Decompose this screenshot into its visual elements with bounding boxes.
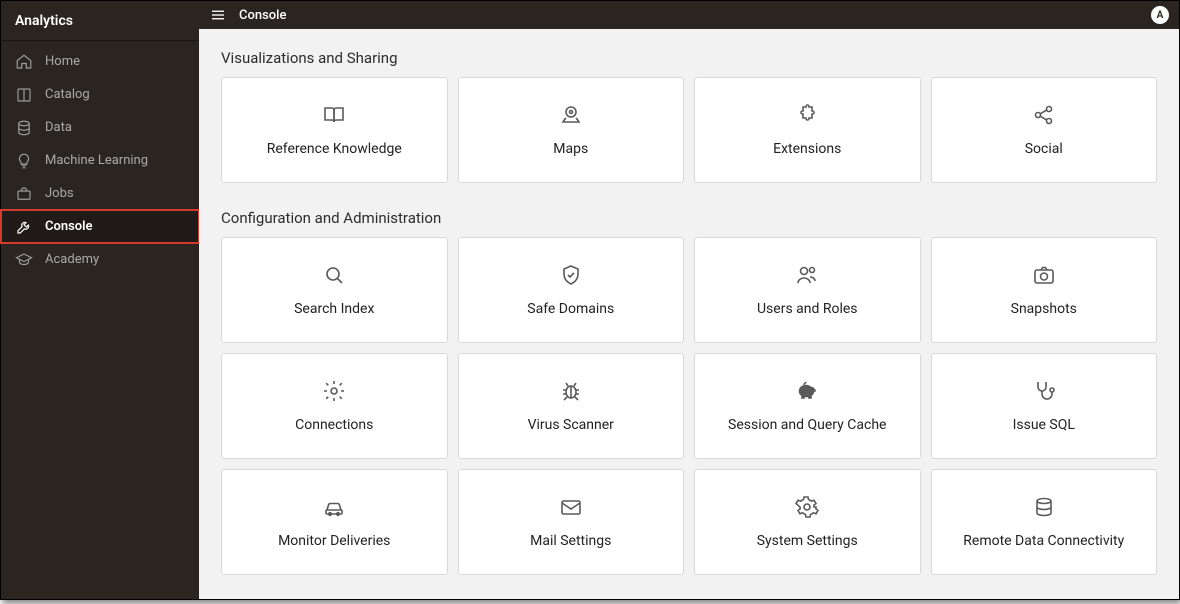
sidebar-item-data[interactable]: Data xyxy=(1,111,199,144)
sidebar: Analytics Home Catalog Data Machine Learnin… xyxy=(1,1,199,599)
card-label: Extensions xyxy=(773,141,841,157)
card-virus-scanner[interactable]: Virus Scanner xyxy=(458,353,685,459)
car-icon xyxy=(321,495,347,519)
card-label: Search Index xyxy=(294,301,374,317)
db-stack-icon xyxy=(1031,495,1057,519)
sidebar-item-console[interactable]: Console xyxy=(1,210,199,243)
card-grid: Reference Knowledge Maps Extensions Social xyxy=(221,77,1157,183)
lightbulb-icon xyxy=(15,152,33,170)
bug-icon xyxy=(558,379,584,403)
camera-icon xyxy=(1031,263,1057,287)
card-label: Mail Settings xyxy=(530,533,611,549)
sidebar-item-catalog[interactable]: Catalog xyxy=(1,78,199,111)
briefcase-icon xyxy=(15,185,33,203)
card-label: Snapshots xyxy=(1011,301,1077,317)
card-social[interactable]: Social xyxy=(931,77,1158,183)
sidebar-item-jobs[interactable]: Jobs xyxy=(1,177,199,210)
sidebar-nav: Home Catalog Data Machine Learning Jobs Conso… xyxy=(1,41,199,276)
piggy-icon xyxy=(794,379,820,403)
card-label: Safe Domains xyxy=(527,301,614,317)
card-reference-knowledge[interactable]: Reference Knowledge xyxy=(221,77,448,183)
sidebar-item-ml[interactable]: Machine Learning xyxy=(1,144,199,177)
graduation-icon xyxy=(15,251,33,269)
card-label: Remote Data Connectivity xyxy=(963,533,1124,549)
sidebar-item-label: Machine Learning xyxy=(45,153,148,168)
card-label: Reference Knowledge xyxy=(267,141,402,157)
card-label: Maps xyxy=(553,141,588,157)
sidebar-item-label: Home xyxy=(45,54,80,69)
card-label: Virus Scanner xyxy=(528,417,614,433)
card-label: Issue SQL xyxy=(1013,417,1075,433)
wrench-icon xyxy=(15,218,33,236)
section-title: Visualizations and Sharing xyxy=(221,49,1157,67)
page-title: Console xyxy=(239,8,286,23)
card-grid: Search Index Safe Domains Users and Roles S… xyxy=(221,237,1157,575)
hamburger-icon[interactable] xyxy=(209,6,227,24)
shield-icon xyxy=(558,263,584,287)
app-title: Analytics xyxy=(1,1,199,41)
section-1: Configuration and Administration Search I… xyxy=(221,209,1157,575)
mail-icon xyxy=(558,495,584,519)
avatar[interactable]: A xyxy=(1151,6,1169,24)
content: Visualizations and Sharing Reference Know… xyxy=(199,29,1179,599)
sidebar-item-label: Data xyxy=(45,120,72,135)
card-connections[interactable]: Connections xyxy=(221,353,448,459)
card-system-settings[interactable]: System Settings xyxy=(694,469,921,575)
card-issue-sql[interactable]: Issue SQL xyxy=(931,353,1158,459)
card-remote-data[interactable]: Remote Data Connectivity xyxy=(931,469,1158,575)
sidebar-item-academy[interactable]: Academy xyxy=(1,243,199,276)
stethoscope-icon xyxy=(1031,379,1057,403)
card-label: System Settings xyxy=(757,533,858,549)
puzzle-icon xyxy=(794,103,820,127)
card-label: Users and Roles xyxy=(757,301,858,317)
card-search-index[interactable]: Search Index xyxy=(221,237,448,343)
card-monitor-deliveries[interactable]: Monitor Deliveries xyxy=(221,469,448,575)
users-icon xyxy=(794,263,820,287)
card-extensions[interactable]: Extensions xyxy=(694,77,921,183)
book-open-icon xyxy=(321,103,347,127)
search-icon xyxy=(321,263,347,287)
map-pin-icon xyxy=(558,103,584,127)
database-icon xyxy=(15,119,33,137)
section-0: Visualizations and Sharing Reference Know… xyxy=(221,49,1157,183)
sidebar-item-label: Console xyxy=(45,219,93,234)
card-label: Social xyxy=(1025,141,1063,157)
sidebar-item-label: Catalog xyxy=(45,87,90,102)
book-icon xyxy=(15,86,33,104)
card-label: Session and Query Cache xyxy=(728,417,886,433)
home-icon xyxy=(15,53,33,71)
cog-icon xyxy=(794,495,820,519)
card-maps[interactable]: Maps xyxy=(458,77,685,183)
card-mail-settings[interactable]: Mail Settings xyxy=(458,469,685,575)
section-title: Configuration and Administration xyxy=(221,209,1157,227)
gear-icon xyxy=(321,379,347,403)
sidebar-item-label: Jobs xyxy=(45,186,74,201)
topbar: Console A xyxy=(199,1,1179,29)
card-users-roles[interactable]: Users and Roles xyxy=(694,237,921,343)
card-label: Monitor Deliveries xyxy=(278,533,390,549)
main-area: Console A Visualizations and Sharing Refe… xyxy=(199,1,1179,599)
sidebar-item-home[interactable]: Home xyxy=(1,45,199,78)
card-snapshots[interactable]: Snapshots xyxy=(931,237,1158,343)
sidebar-item-label: Academy xyxy=(45,252,99,267)
card-session-cache[interactable]: Session and Query Cache xyxy=(694,353,921,459)
card-safe-domains[interactable]: Safe Domains xyxy=(458,237,685,343)
card-label: Connections xyxy=(295,417,373,433)
share-icon xyxy=(1031,103,1057,127)
